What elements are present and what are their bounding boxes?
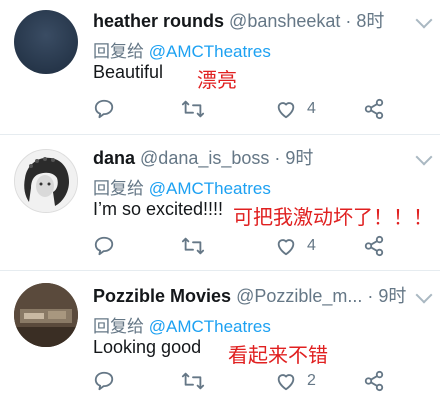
tweet-text: I’m so excited!!!! (93, 199, 224, 219)
reply-context: 回复给 @AMCTheatres (93, 174, 271, 199)
retweet-button[interactable] (181, 370, 205, 392)
chevron-down-icon[interactable] (415, 286, 433, 304)
display-name[interactable]: Pozzible Movies (93, 286, 231, 306)
reply-prefix: 回复给 (93, 42, 149, 61)
tweet[interactable]: Pozzible Movies @Pozzible_m... · 9时 回复给 … (0, 275, 440, 403)
reply-button[interactable] (93, 370, 115, 392)
tweet-header: Pozzible Movies @Pozzible_m... · 9时 (93, 285, 410, 307)
reply-prefix: 回复给 (93, 317, 149, 336)
chevron-down-icon[interactable] (415, 11, 433, 29)
reply-prefix: 回复给 (93, 179, 149, 198)
retweet-button[interactable] (181, 235, 205, 257)
retweet-icon (181, 372, 205, 390)
share-icon (364, 98, 384, 120)
share-button[interactable] (363, 370, 385, 392)
reply-button[interactable] (93, 98, 115, 120)
avatar[interactable] (14, 10, 78, 74)
share-button[interactable] (363, 98, 385, 120)
tweet-text: Beautiful (93, 62, 164, 82)
like-count: 4 (307, 100, 316, 117)
avatar[interactable] (14, 283, 78, 347)
user-handle[interactable]: @Pozzible_m... (236, 286, 362, 306)
mention-link[interactable]: @AMCTheatres (149, 317, 271, 336)
timestamp[interactable]: · 9时 (367, 286, 406, 306)
retweet-icon (181, 100, 205, 118)
timestamp[interactable]: · 8时 (345, 11, 384, 31)
tweet[interactable]: dana @dana_is_boss · 9时 回复给 @AMCTheatres… (0, 137, 440, 269)
share-button[interactable] (363, 235, 385, 257)
divider (0, 134, 440, 135)
share-icon (364, 235, 384, 257)
reply-button[interactable] (93, 235, 115, 257)
tweet-header: dana @dana_is_boss · 9时 (93, 147, 410, 169)
heart-icon (277, 102, 295, 119)
tweet-actions: 4 (93, 235, 410, 257)
tweet[interactable]: heather rounds @bansheekat · 8时 回复给 @AMC… (0, 0, 440, 132)
reply-icon (94, 99, 114, 119)
tweet-header: heather rounds @bansheekat · 8时 (93, 10, 410, 32)
tweet-text: Looking good (93, 337, 202, 357)
reply-context: 回复给 @AMCTheatres (93, 37, 271, 62)
timestamp[interactable]: · 9时 (274, 148, 313, 168)
chevron-down-icon[interactable] (415, 148, 433, 166)
retweet-button[interactable] (181, 98, 205, 120)
user-handle[interactable]: @bansheekat (229, 11, 340, 31)
reply-icon (94, 236, 114, 256)
display-name[interactable]: heather rounds (93, 11, 224, 31)
share-icon (364, 370, 384, 392)
avatar-image (15, 150, 77, 212)
like-button[interactable]: 4 (275, 98, 316, 120)
mention-link[interactable]: @AMCTheatres (149, 42, 271, 61)
display-name[interactable]: dana (93, 148, 135, 168)
avatar[interactable] (14, 149, 78, 213)
translation-caption: 看起来不错 (228, 345, 328, 367)
user-handle[interactable]: @dana_is_boss (140, 148, 269, 168)
divider (0, 270, 440, 271)
tweet-actions: 2 (93, 370, 410, 392)
like-button[interactable]: 2 (275, 370, 316, 392)
mention-link[interactable]: @AMCTheatres (149, 179, 271, 198)
heart-icon (277, 374, 295, 391)
like-button[interactable]: 4 (275, 235, 316, 257)
translation-caption: 漂亮 (197, 70, 237, 92)
reply-icon (94, 371, 114, 391)
heart-icon (277, 239, 295, 256)
tweet-actions: 4 (93, 98, 410, 120)
reply-context: 回复给 @AMCTheatres (93, 312, 271, 337)
translation-caption: 可把我激动坏了！！！ (233, 207, 433, 229)
retweet-icon (181, 237, 205, 255)
like-count: 2 (307, 372, 316, 389)
like-count: 4 (307, 237, 316, 254)
avatar-image (14, 283, 78, 347)
